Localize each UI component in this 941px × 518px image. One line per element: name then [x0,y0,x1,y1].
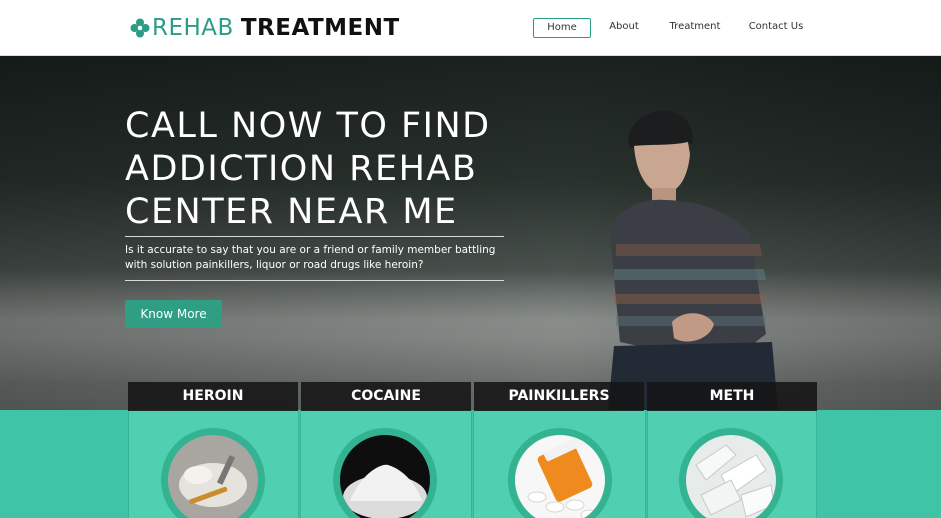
main-nav: Home About Treatment Contact Us [0,18,941,38]
hero-divider-top [125,236,504,237]
hero-subtitle: Is it accurate to say that you are or a … [125,244,496,271]
painkillers-image [515,435,605,518]
hero-title: CALL NOW TO FIND ADDICTION REHAB CENTER … [125,105,525,234]
category-tab-heroin[interactable]: HEROIN [128,382,298,411]
category-tab-cocaine[interactable]: COCAINE [301,382,471,411]
nav-contact-us[interactable]: Contact Us [746,18,806,38]
hero-person-photo [608,111,778,410]
hero-title-line-3: CENTER NEAR ME [125,192,458,232]
meth-image [686,435,776,518]
category-tab-meth[interactable]: METH [647,382,817,411]
category-tab-painkillers[interactable]: PAINKILLERS [474,382,644,411]
hero-banner: CALL NOW TO FIND ADDICTION REHAB CENTER … [0,56,941,410]
cocaine-image [340,435,430,518]
hero-title-line-2: ADDICTION REHAB [125,149,478,189]
hero-divider-bottom [125,280,504,281]
hero-title-line-1: CALL NOW TO FIND [125,106,491,146]
nav-about[interactable]: About [603,18,645,38]
nav-treatment[interactable]: Treatment [666,18,724,38]
know-more-button[interactable]: Know More [125,300,222,328]
site-header: REHAB TREATMENT Home About Treatment Con… [0,0,941,56]
nav-home[interactable]: Home [533,18,591,38]
heroin-image [168,435,258,518]
